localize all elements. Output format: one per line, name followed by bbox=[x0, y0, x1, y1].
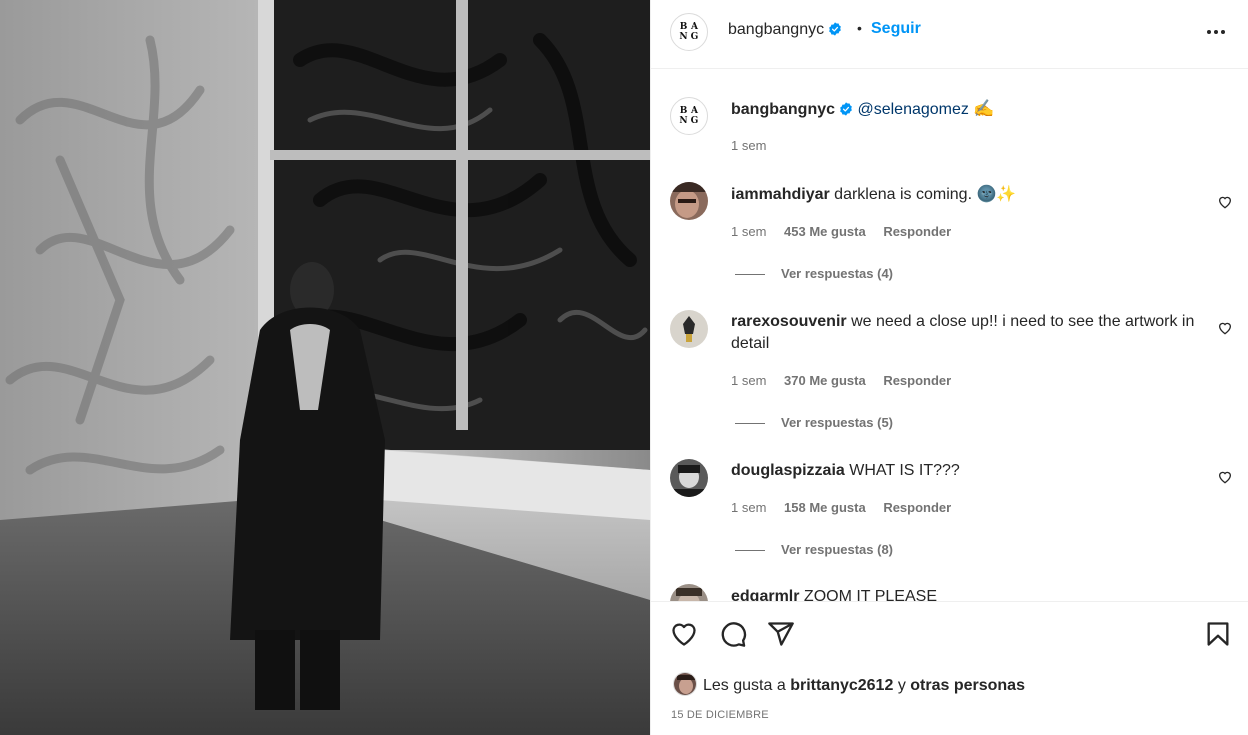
replies-divider bbox=[735, 550, 765, 552]
post-date[interactable]: 15 DE DICIEMBRE bbox=[671, 709, 769, 721]
comment-time[interactable]: 1 sem bbox=[731, 500, 766, 515]
caption-emoji: ✍️ bbox=[973, 99, 995, 118]
caption-timestamp[interactable]: 1 sem bbox=[731, 138, 766, 153]
post-header: B A N G bangbangnyc • Seguir bbox=[651, 0, 1248, 69]
liker-username[interactable]: brittanyc2612 bbox=[790, 677, 893, 694]
avatar[interactable]: B A N G bbox=[670, 13, 708, 51]
caption-username[interactable]: bangbangnyc bbox=[731, 101, 835, 118]
caption-mention[interactable]: @selenagomez bbox=[857, 101, 968, 118]
caption-text: bangbangnyc @selenagomez ✍️ bbox=[731, 99, 995, 119]
likes-join: y bbox=[897, 677, 906, 694]
reply-button[interactable]: Responder bbox=[883, 224, 951, 239]
comment-username[interactable]: edgarmlr bbox=[731, 588, 799, 601]
comment-username[interactable]: iammahdiyar bbox=[731, 186, 830, 203]
post-details-panel: B A N G bangbangnyc • Seguir B A N G ban… bbox=[650, 0, 1248, 735]
logo-letter: A bbox=[691, 22, 698, 32]
reply-button[interactable]: Responder bbox=[883, 500, 951, 515]
verified-badge-icon bbox=[840, 102, 852, 116]
comment-meta: 1 sem 453 Me gusta Responder bbox=[731, 224, 965, 239]
follow-button[interactable]: Seguir bbox=[871, 20, 921, 38]
avatar[interactable] bbox=[670, 310, 708, 348]
heart-icon[interactable] bbox=[1217, 469, 1233, 485]
comment-username[interactable]: rarexosouvenir bbox=[731, 313, 847, 330]
comment-likes[interactable]: 158 Me gusta bbox=[784, 500, 866, 515]
heart-icon[interactable] bbox=[1217, 320, 1233, 336]
comment-body: ZOOM IT PLEASE bbox=[803, 588, 937, 601]
view-replies-label[interactable]: Ver respuestas (8) bbox=[781, 542, 893, 557]
comment-icon[interactable] bbox=[719, 620, 747, 648]
avatar[interactable] bbox=[673, 672, 697, 696]
logo-letter: N bbox=[679, 116, 688, 126]
comment-text: rarexosouvenir we need a close up!! i ne… bbox=[731, 311, 1196, 355]
avatar[interactable] bbox=[670, 459, 708, 497]
header-username[interactable]: bangbangnyc bbox=[728, 21, 842, 39]
likes-prefix: Les gusta a bbox=[703, 677, 786, 694]
comment-text: iammahdiyar darklena is coming. 🌚✨ bbox=[731, 184, 1196, 206]
heart-icon[interactable] bbox=[670, 620, 698, 648]
verified-badge-icon bbox=[829, 22, 841, 36]
comment-meta: 1 sem 158 Me gusta Responder bbox=[731, 500, 965, 515]
logo-letter: N bbox=[679, 32, 688, 42]
more-options-icon[interactable] bbox=[1204, 20, 1228, 44]
comment-meta: 1 sem 370 Me gusta Responder bbox=[731, 373, 965, 388]
logo-letter: G bbox=[690, 32, 699, 42]
likes-others-link[interactable]: otras personas bbox=[910, 677, 1025, 694]
avatar[interactable] bbox=[670, 584, 708, 601]
username-text[interactable]: bangbangnyc bbox=[728, 21, 824, 38]
post-photo[interactable] bbox=[0, 0, 650, 735]
logo-letter: B bbox=[679, 106, 688, 116]
view-replies-button[interactable]: Ver respuestas (4) bbox=[735, 266, 893, 281]
comment-username[interactable]: douglaspizzaia bbox=[731, 462, 845, 479]
comment-text: douglaspizzaia WHAT IS IT??? bbox=[731, 460, 1196, 482]
view-replies-button[interactable]: Ver respuestas (5) bbox=[735, 415, 893, 430]
comment-body: darklena is coming. 🌚✨ bbox=[834, 186, 1017, 203]
avatar[interactable]: B A N G bbox=[670, 97, 708, 135]
avatar[interactable] bbox=[670, 182, 708, 220]
reply-button[interactable]: Responder bbox=[883, 373, 951, 388]
post-actions-bar: Les gusta a brittanyc2612 y otras person… bbox=[651, 601, 1248, 735]
view-replies-button[interactable]: Ver respuestas (8) bbox=[735, 542, 893, 557]
share-icon[interactable] bbox=[767, 620, 795, 648]
comment-time[interactable]: 1 sem bbox=[731, 224, 766, 239]
comment-text: edgarmlr ZOOM IT PLEASE bbox=[731, 586, 1196, 601]
logo-letter: B bbox=[679, 22, 688, 32]
view-replies-label[interactable]: Ver respuestas (5) bbox=[781, 415, 893, 430]
likes-summary: Les gusta a brittanyc2612 y otras person… bbox=[673, 672, 1025, 696]
heart-icon[interactable] bbox=[1217, 194, 1233, 210]
comments-list[interactable]: B A N G bangbangnyc @selenagomez ✍️ 1 se… bbox=[651, 70, 1248, 601]
comment-time[interactable]: 1 sem bbox=[731, 373, 766, 388]
comment-body: WHAT IS IT??? bbox=[849, 462, 960, 479]
bookmark-icon[interactable] bbox=[1204, 620, 1232, 648]
comment-likes[interactable]: 370 Me gusta bbox=[784, 373, 866, 388]
separator-dot: • bbox=[857, 20, 862, 36]
comment-likes[interactable]: 453 Me gusta bbox=[784, 224, 866, 239]
replies-divider bbox=[735, 423, 765, 425]
view-replies-label[interactable]: Ver respuestas (4) bbox=[781, 266, 893, 281]
replies-divider bbox=[735, 274, 765, 276]
logo-letter: A bbox=[691, 106, 698, 116]
logo-letter: G bbox=[690, 116, 699, 126]
